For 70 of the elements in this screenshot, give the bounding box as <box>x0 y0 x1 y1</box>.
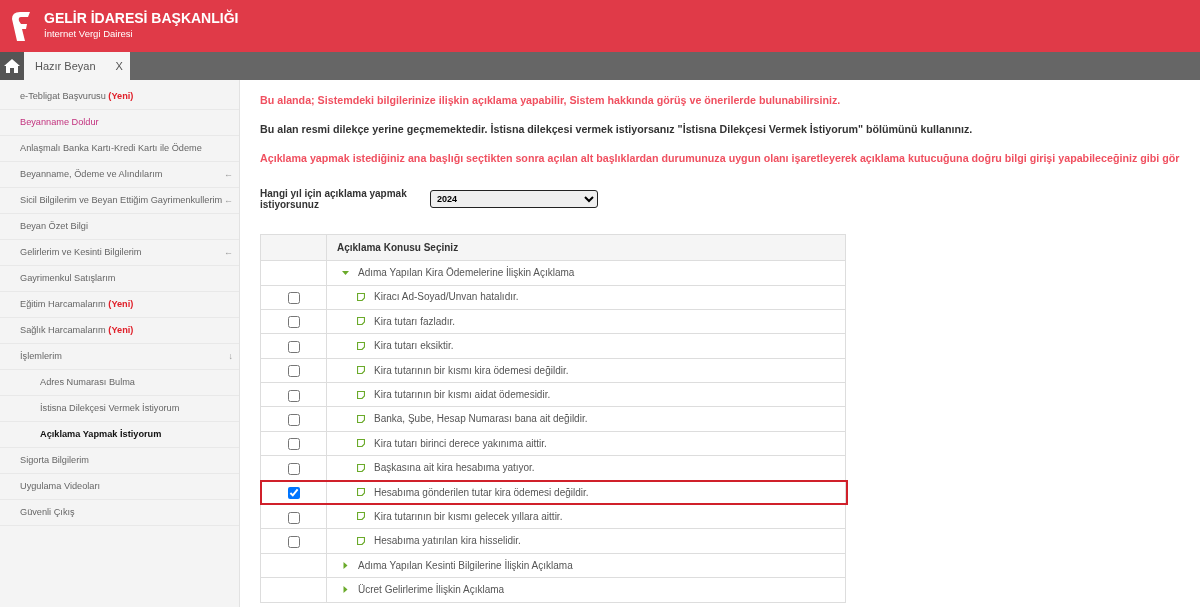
note-icon <box>357 317 365 326</box>
sidebar-item[interactable]: Gelirlerim ve Kesinti Bilgilerim <box>20 245 142 260</box>
sidebar-item[interactable]: Gayrimenkul Satışlarım <box>20 271 116 286</box>
sidebar-item[interactable]: Açıklama Yapmak İstiyorum <box>40 427 162 442</box>
option-label: Kiracı Ad-Soyad/Unvan hatalıdır. <box>374 290 519 305</box>
arrow-icon: ← <box>224 167 233 182</box>
checkbox[interactable] <box>287 487 300 500</box>
caret-right-icon[interactable] <box>342 586 349 594</box>
arrow-icon: ← <box>224 193 233 208</box>
arrow-icon: ← <box>224 245 233 260</box>
year-label: Hangi yıl için açıklama yapmak istiyorsunuz <box>260 188 408 211</box>
checkbox[interactable] <box>287 536 300 548</box>
option-label: Hesabıma yatırılan kira hisselidir. <box>374 534 521 549</box>
checkbox[interactable] <box>287 389 300 402</box>
option-label: Hesabıma gönderilen tutar kira ödemesi değildir. <box>374 485 589 500</box>
note-icon <box>357 390 365 399</box>
sidebar-item[interactable]: İşlemlerim <box>20 349 62 364</box>
sidebar-item[interactable]: Beyanname, Ödeme ve Alındılarım <box>20 167 163 182</box>
note-icon <box>357 366 365 375</box>
note-icon <box>357 341 365 350</box>
sidebar-item[interactable]: Güvenli Çıkış <box>20 505 75 520</box>
group-label[interactable]: Ücret Gelirlerime İlişkin Açıklama <box>358 582 505 598</box>
sidebar-item[interactable]: e-Tebligat Başvurusu (Yeni) <box>20 89 134 104</box>
tab[interactable]: Hazır Beyan X <box>24 52 130 80</box>
notice-text: Bu alanda; Sistemdeki bilgilerinize ilişkin açıklama yapabilir, Sistem hakkında görüş ve önerilerde bulunabilirsiniz. <box>260 93 842 108</box>
checkbox[interactable] <box>287 340 300 353</box>
note-icon <box>357 488 365 497</box>
option-label: Başkasına ait kira hesabıma yatıyor. <box>374 461 535 476</box>
checkbox[interactable] <box>287 438 300 451</box>
note-icon <box>357 292 365 301</box>
checkbox[interactable] <box>287 511 300 524</box>
option-label: Kira tutarının bir kısmı aidat ödemesidir. <box>374 388 551 403</box>
note-icon <box>357 439 365 448</box>
checkbox[interactable] <box>287 462 300 475</box>
option-label: Banka, Şube, Hesap Numarası bana ait değildir. <box>374 412 588 427</box>
option-label: Kira tutarı eksiktir. <box>374 339 454 354</box>
year-select[interactable]: 2024 <box>430 190 598 209</box>
checkbox[interactable] <box>287 292 300 305</box>
note-icon <box>357 512 365 521</box>
note-icon <box>357 463 365 472</box>
tab-label: Hazır Beyan <box>35 58 96 74</box>
sidebar-item[interactable]: Uygulama Videoları <box>20 479 100 494</box>
note-icon <box>357 414 365 423</box>
checkbox[interactable] <box>287 414 300 427</box>
sidebar-item[interactable]: Sağlık Harcamalarım (Yeni) <box>20 323 134 338</box>
checkbox[interactable] <box>287 365 300 378</box>
site-subtitle: İnternet Vergi Dairesi <box>44 26 134 41</box>
notice-text: Açıklama yapmak istediğiniz ana başlığı seçtikten sonra açılan alt başlıklardan durumunuza uygun olanı işaretleyerek açıklama kutucuğuna doğru bilgi girişi yapabileceğiniz gibi gör <box>260 151 1181 167</box>
note-icon <box>357 536 365 545</box>
option-label: Kira tutarının bir kısmı gelecek yıllara aittir. <box>374 510 563 524</box>
caret-down-icon[interactable] <box>342 269 349 277</box>
sidebar-item[interactable]: Eğitim Harcamalarım (Yeni) <box>20 297 134 312</box>
caret-right-icon[interactable] <box>342 562 349 569</box>
sidebar-item[interactable]: Sigorta Bilgilerim <box>20 453 89 468</box>
option-label: Kira tutarı fazladır. <box>374 314 456 329</box>
close-button[interactable]: X <box>115 57 123 75</box>
column-header: Açıklama Konusu Seçiniz <box>326 234 846 261</box>
site-title: GELİR İDARESİ BAŞKANLIĞI <box>44 11 239 27</box>
sidebar-item[interactable]: Beyanname Doldur <box>20 115 99 130</box>
sidebar-item[interactable]: Sicil Bilgilerim ve Beyan Ettiğim Gayrimenkullerim <box>20 193 223 208</box>
arrow-icon: ↓ <box>228 349 233 364</box>
option-label: Kira tutarı birinci derece yakınıma aittir. <box>374 436 547 451</box>
option-label: Kira tutarının bir kısmı kira ödemesi değildir. <box>374 363 569 378</box>
notice-text: Bu alan resmi dilekçe yerine geçmemektedir. İstisna dilekçesi vermek istiyorsanız "İstisna Dilekçesi Vermek İstiyorum" bölümünü kullanınız. <box>260 122 974 138</box>
sidebar-item[interactable]: Beyan Özet Bilgi <box>20 219 88 234</box>
checkbox[interactable] <box>287 316 300 329</box>
sidebar-item[interactable]: Anlaşmalı Banka Kartı-Kredi Kartı ile Ödeme <box>20 141 202 156</box>
home-icon[interactable] <box>0 52 24 80</box>
sidebar-item[interactable]: İstisna Dilekçesi Vermek İstiyorum <box>40 401 180 416</box>
sidebar-item[interactable]: Adres Numarası Bulma <box>40 375 135 390</box>
